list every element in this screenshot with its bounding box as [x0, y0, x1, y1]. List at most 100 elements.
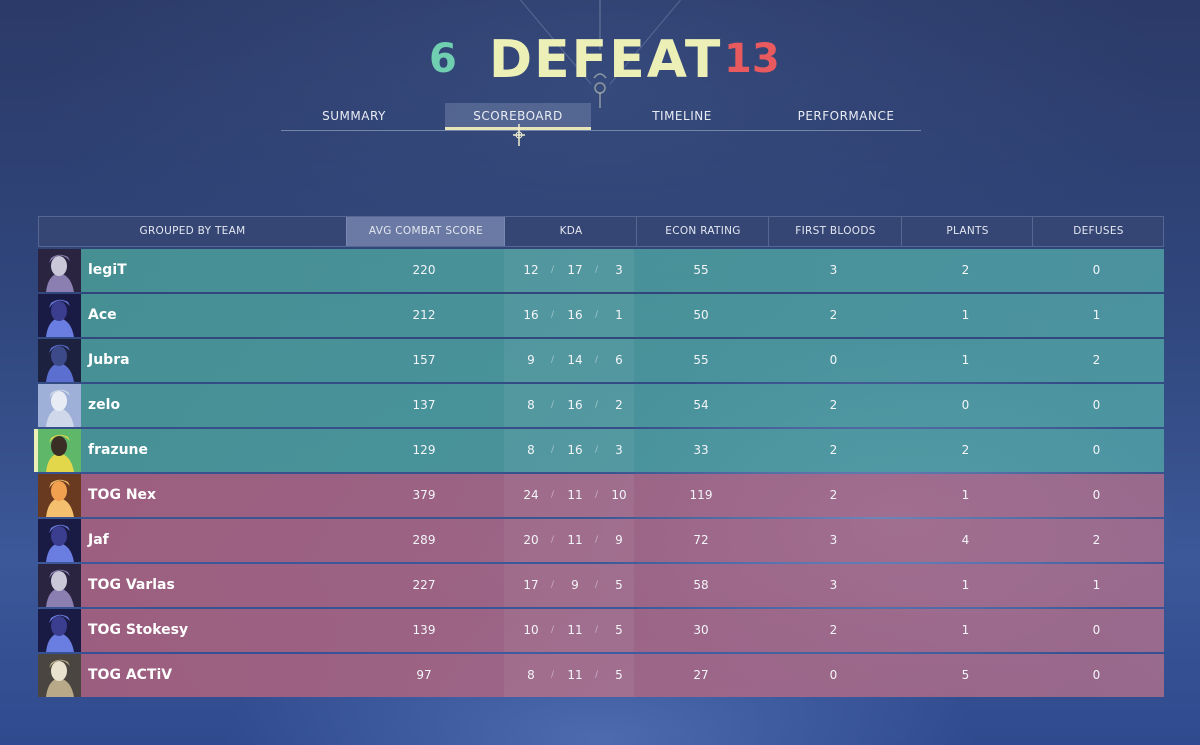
kda-separator: /: [595, 625, 599, 635]
plants: 5: [961, 668, 970, 682]
first-bloods: 2: [829, 443, 838, 457]
column-header-plants[interactable]: PLANTS: [901, 217, 1033, 246]
plants: 1: [961, 578, 970, 592]
table-row[interactable]: Jaf 289 20 / 11 / 9 72 3 4 2: [38, 519, 1164, 562]
player-name[interactable]: frazune: [88, 429, 148, 472]
first-bloods: 0: [829, 668, 838, 682]
defuses: 1: [1092, 308, 1101, 322]
agent-portrait-icon: [38, 654, 81, 697]
plants: 1: [961, 488, 970, 502]
deaths: 14: [567, 353, 583, 367]
table-row[interactable]: TOG ACTiV 97 8 / 11 / 5 27 0 5 0: [38, 654, 1164, 697]
player-name[interactable]: legiT: [88, 249, 127, 292]
avg-combat-score: 212: [412, 308, 436, 322]
deaths: 11: [567, 623, 583, 637]
kda-separator: /: [551, 310, 555, 320]
table-row[interactable]: TOG Stokesy 139 10/11/5 30 2 1 0: [38, 609, 1164, 652]
defuses: 0: [1092, 263, 1101, 277]
first-bloods: 3: [829, 263, 838, 277]
table-row[interactable]: TOG Nex 379 24/11/10 119 2 1 0: [38, 474, 1164, 517]
plants: 1: [961, 308, 970, 322]
column-header-kda[interactable]: KDA: [504, 217, 637, 246]
avg-combat-score: 220: [412, 263, 436, 277]
defuses: 0: [1092, 443, 1101, 457]
econ-rating: 27: [693, 668, 709, 682]
assists: 5: [615, 668, 623, 682]
first-bloods: 2: [829, 308, 838, 322]
first-bloods: 3: [829, 533, 838, 547]
kills: 9: [527, 353, 535, 367]
plants: 0: [961, 398, 970, 412]
assists: 5: [615, 623, 623, 637]
deaths: 16: [567, 398, 583, 412]
column-header-grouped-by-team[interactable]: GROUPED BY TEAM: [39, 217, 346, 246]
econ-rating: 30: [693, 623, 709, 637]
agent-portrait-icon: [38, 474, 81, 517]
assists: 3: [615, 263, 623, 277]
player-name[interactable]: zelo: [88, 384, 120, 427]
deaths: 11: [567, 668, 583, 682]
kda-separator: /: [595, 400, 599, 410]
player-name[interactable]: TOG ACTiV: [88, 654, 172, 697]
table-row[interactable]: Jubra 157 9 / 14 / 6 55 0 1 2: [38, 339, 1164, 382]
kda-separator: /: [595, 310, 599, 320]
kills: 8: [527, 668, 535, 682]
defuses: 0: [1092, 623, 1101, 637]
player-name[interactable]: Jubra: [88, 339, 130, 382]
kda-separator: /: [595, 490, 599, 500]
kda-separator: /: [551, 670, 555, 680]
player-name[interactable]: TOG Varlas: [88, 564, 175, 607]
match-result-header: 6 DEFEAT 13: [0, 30, 1200, 92]
agent-portrait-icon: [38, 339, 81, 382]
kda-separator: /: [551, 580, 555, 590]
table-row[interactable]: zelo 137 8 / 16 / 2 54 2 0 0: [38, 384, 1164, 427]
agent-portrait-icon: [38, 294, 81, 337]
avg-combat-score: 139: [412, 623, 436, 637]
column-header-defuses[interactable]: DEFUSES: [1032, 217, 1164, 246]
kills: 24: [523, 488, 539, 502]
tab-performance[interactable]: PERFORMANCE: [773, 103, 919, 130]
kills: 8: [527, 443, 535, 457]
econ-rating: 55: [693, 263, 709, 277]
table-row[interactable]: legiT 220 12 / 17 / 3 55 3 2 0: [38, 249, 1164, 292]
plants: 1: [961, 623, 970, 637]
assists: 5: [615, 578, 623, 592]
econ-rating: 119: [689, 488, 713, 502]
agent-portrait-icon: [38, 564, 81, 607]
column-header-econ-rating[interactable]: ECON RATING: [636, 217, 769, 246]
table-row[interactable]: frazune 129 8/16/3 33 2 2 0: [34, 429, 1164, 472]
assists: 6: [615, 353, 623, 367]
player-name[interactable]: TOG Nex: [88, 474, 156, 517]
econ-rating: 55: [693, 353, 709, 367]
kills: 16: [523, 308, 539, 322]
avg-combat-score: 157: [412, 353, 436, 367]
table-header: GROUPED BY TEAM AVG COMBAT SCORE KDA ECO…: [38, 216, 1164, 247]
defuses: 0: [1092, 488, 1101, 502]
kills: 20: [523, 533, 539, 547]
kills: 17: [523, 578, 539, 592]
scoreboard-table: GROUPED BY TEAM AVG COMBAT SCORE KDA ECO…: [34, 216, 1164, 697]
tab-summary[interactable]: SUMMARY: [281, 103, 427, 130]
econ-rating: 58: [693, 578, 709, 592]
tab-timeline[interactable]: TIMELINE: [609, 103, 755, 130]
column-header-avg-combat-score[interactable]: AVG COMBAT SCORE: [346, 217, 505, 246]
table-body: legiT 220 12/17/3 55 3 2 0 Ace 212 16/16/1 50 2 1 1 Ju…: [34, 249, 1164, 697]
econ-rating: 50: [693, 308, 709, 322]
column-header-first-bloods[interactable]: FIRST BLOODS: [768, 217, 902, 246]
table-row[interactable]: TOG Varlas 227 17 / 9 / 5 58 3 1 1: [38, 564, 1164, 607]
player-name[interactable]: Jaf: [88, 519, 109, 562]
player-name[interactable]: Ace: [88, 294, 117, 337]
defuses: 0: [1092, 668, 1101, 682]
match-result: DEFEAT: [489, 30, 723, 90]
avg-combat-score: 227: [412, 578, 436, 592]
player-name[interactable]: TOG Stokesy: [88, 609, 188, 652]
table-row[interactable]: Ace 212 16 / 16 / 1 50 2 1 1: [38, 294, 1164, 337]
kda-separator: /: [551, 265, 555, 275]
avg-combat-score: 129: [412, 443, 436, 457]
avg-combat-score: 379: [412, 488, 436, 502]
econ-rating: 54: [693, 398, 709, 412]
enemy-score: 13: [724, 36, 780, 82]
kda-separator: /: [551, 490, 555, 500]
defuses: 0: [1092, 398, 1101, 412]
kda-separator: /: [595, 445, 599, 455]
